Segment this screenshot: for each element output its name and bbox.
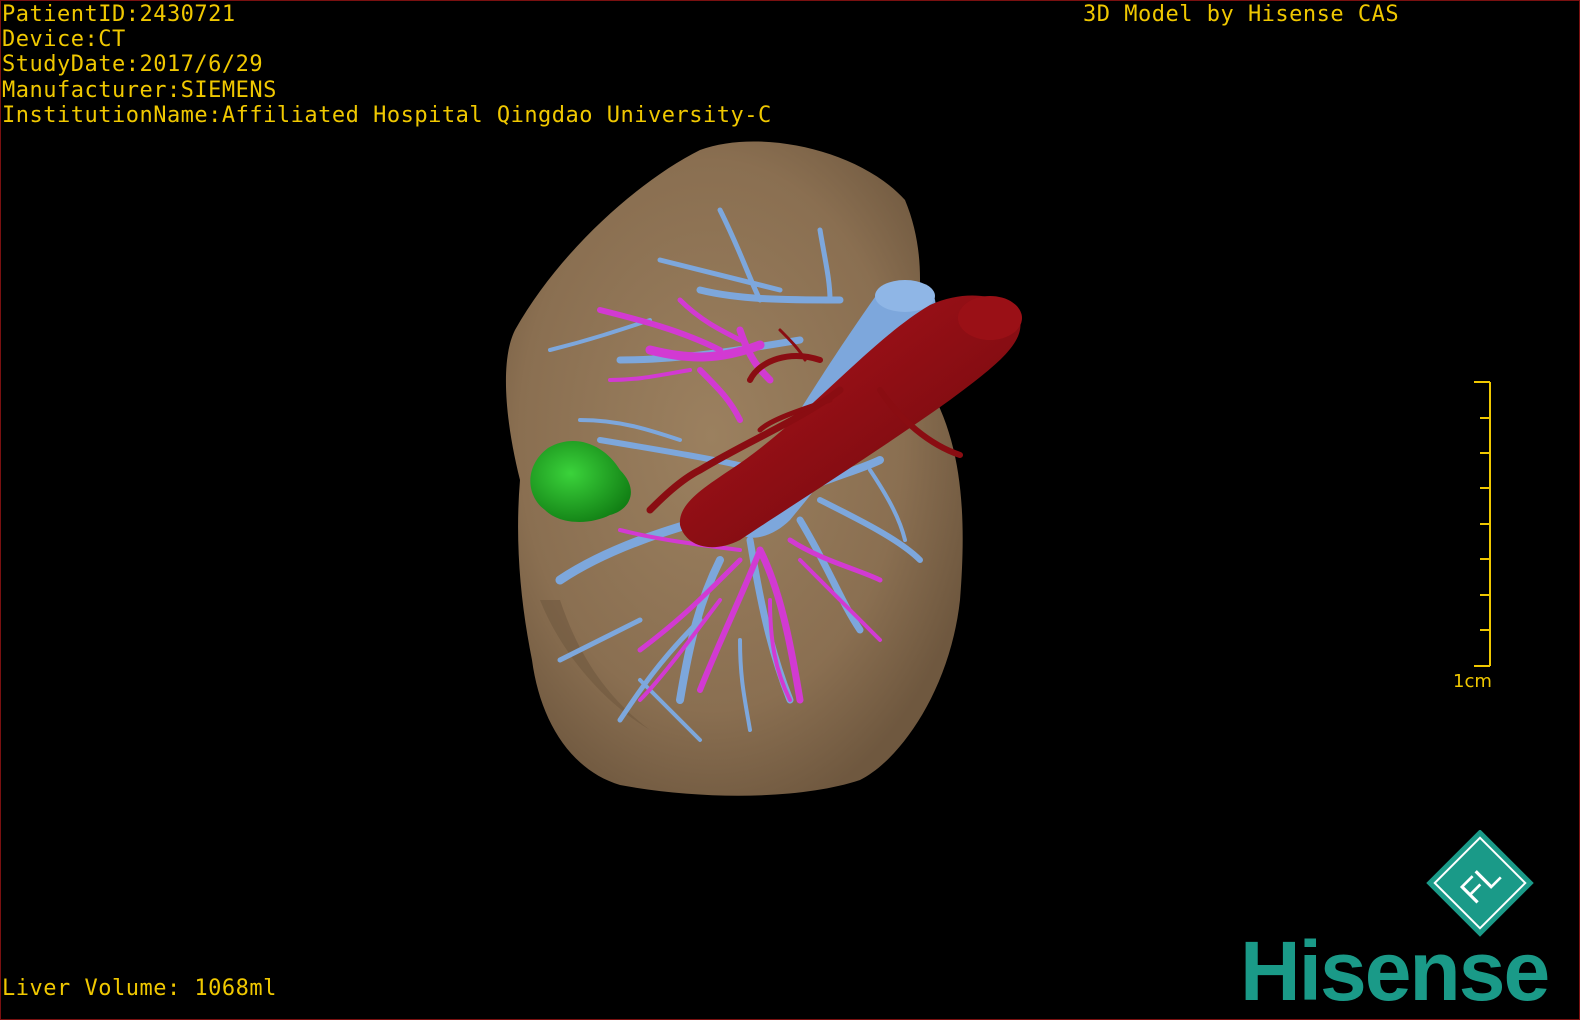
patient-id-text: PatientID:2430721 [2,2,236,27]
scale-bar-label: 1cm [1453,671,1492,692]
study-date-text: StudyDate:2017/6/29 [2,52,264,78]
institution-text: InstitutionName:Affiliated Hospital Qing… [2,102,772,128]
hisense-wordmark: Hisense [1240,924,1550,1018]
ivc-opening [958,296,1022,340]
scale-bar [1474,381,1491,667]
device-text: Device:CT [2,27,126,53]
portal-trunk-opening [875,280,935,312]
model-credit-text: 3D Model by Hisense CAS [1083,2,1400,27]
dicom-info-overlay: PatientID:2430721 Device:CT StudyDate:20… [2,2,772,128]
manufacturer-text: Manufacturer:SIEMENS [2,77,277,103]
fl-badge-icon: FL [1426,830,1534,937]
liver-volume-text: Liver Volume: 1068ml [2,976,277,1001]
